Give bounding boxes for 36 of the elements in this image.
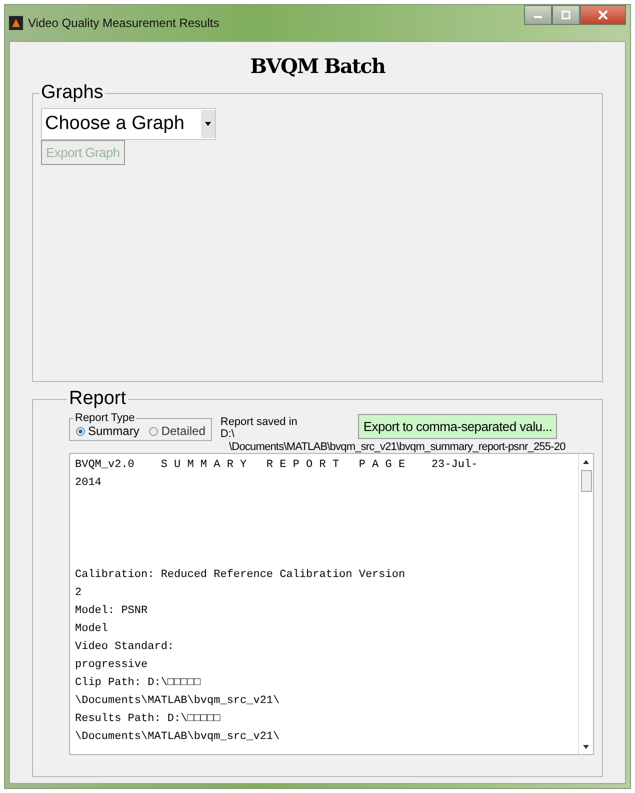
report-line: 2014: [75, 476, 102, 491]
report-line: 2: [75, 586, 82, 601]
report-line: progressive: [75, 658, 148, 673]
close-button[interactable]: [580, 5, 626, 25]
report-line: Calibration: Reduced Reference Calibration Version: [75, 568, 406, 583]
scroll-thumb[interactable]: [580, 470, 592, 492]
scroll-down-icon: [583, 745, 589, 749]
maximize-icon: [561, 10, 571, 20]
scroll-up-icon: [583, 460, 589, 464]
panel-title: Graphs: [40, 82, 104, 104]
report-line: \Documents\MATLAB\bvqm_src_v21\: [75, 694, 280, 709]
report-line: \Documents\MATLAB\bvqm_src_v21\: [75, 730, 280, 745]
report-line: Model: [75, 622, 108, 637]
app-heading: BVQM Batch: [249, 54, 386, 78]
report-line: BVQM_v2.0 S U M M A R Y R E P O R T P A G E 23-Jul-: [75, 458, 478, 473]
group-title: Report Type: [74, 412, 136, 424]
saved-label: Report saved in: [220, 416, 298, 428]
report-text-area[interactable]: [69, 453, 594, 755]
report-line: Model: PSNR: [75, 604, 148, 619]
report-type-radio[interactable]: Detailed: [149, 424, 206, 438]
maximize-button[interactable]: [552, 5, 580, 25]
report-type-radio[interactable]: Summary: [76, 424, 140, 438]
caret-icon: [205, 122, 211, 126]
scrollbar[interactable]: [578, 454, 593, 754]
panel-title: Report: [68, 388, 128, 410]
report-line: Results Path: D:\□□□□□: [75, 712, 220, 727]
export-csv-button[interactable]: Export to comma-separated valu...: [358, 414, 558, 439]
minimize-button[interactable]: [524, 5, 552, 25]
app-icon: [9, 16, 23, 30]
report-line: Video Standard:: [75, 640, 174, 655]
close-icon: [598, 10, 608, 20]
saved-path: \Documents\MATLAB\bvqm_src_v21\bvqm_summary_report-psnr_255-20: [229, 441, 566, 453]
saved-drive: D:\: [220, 428, 236, 440]
graph-dropdown[interactable]: Choose a Graph: [41, 108, 216, 140]
window-title: Video Quality Measurement Results: [28, 16, 220, 30]
report-line: Clip Path: D:\□□□□□: [75, 676, 200, 691]
